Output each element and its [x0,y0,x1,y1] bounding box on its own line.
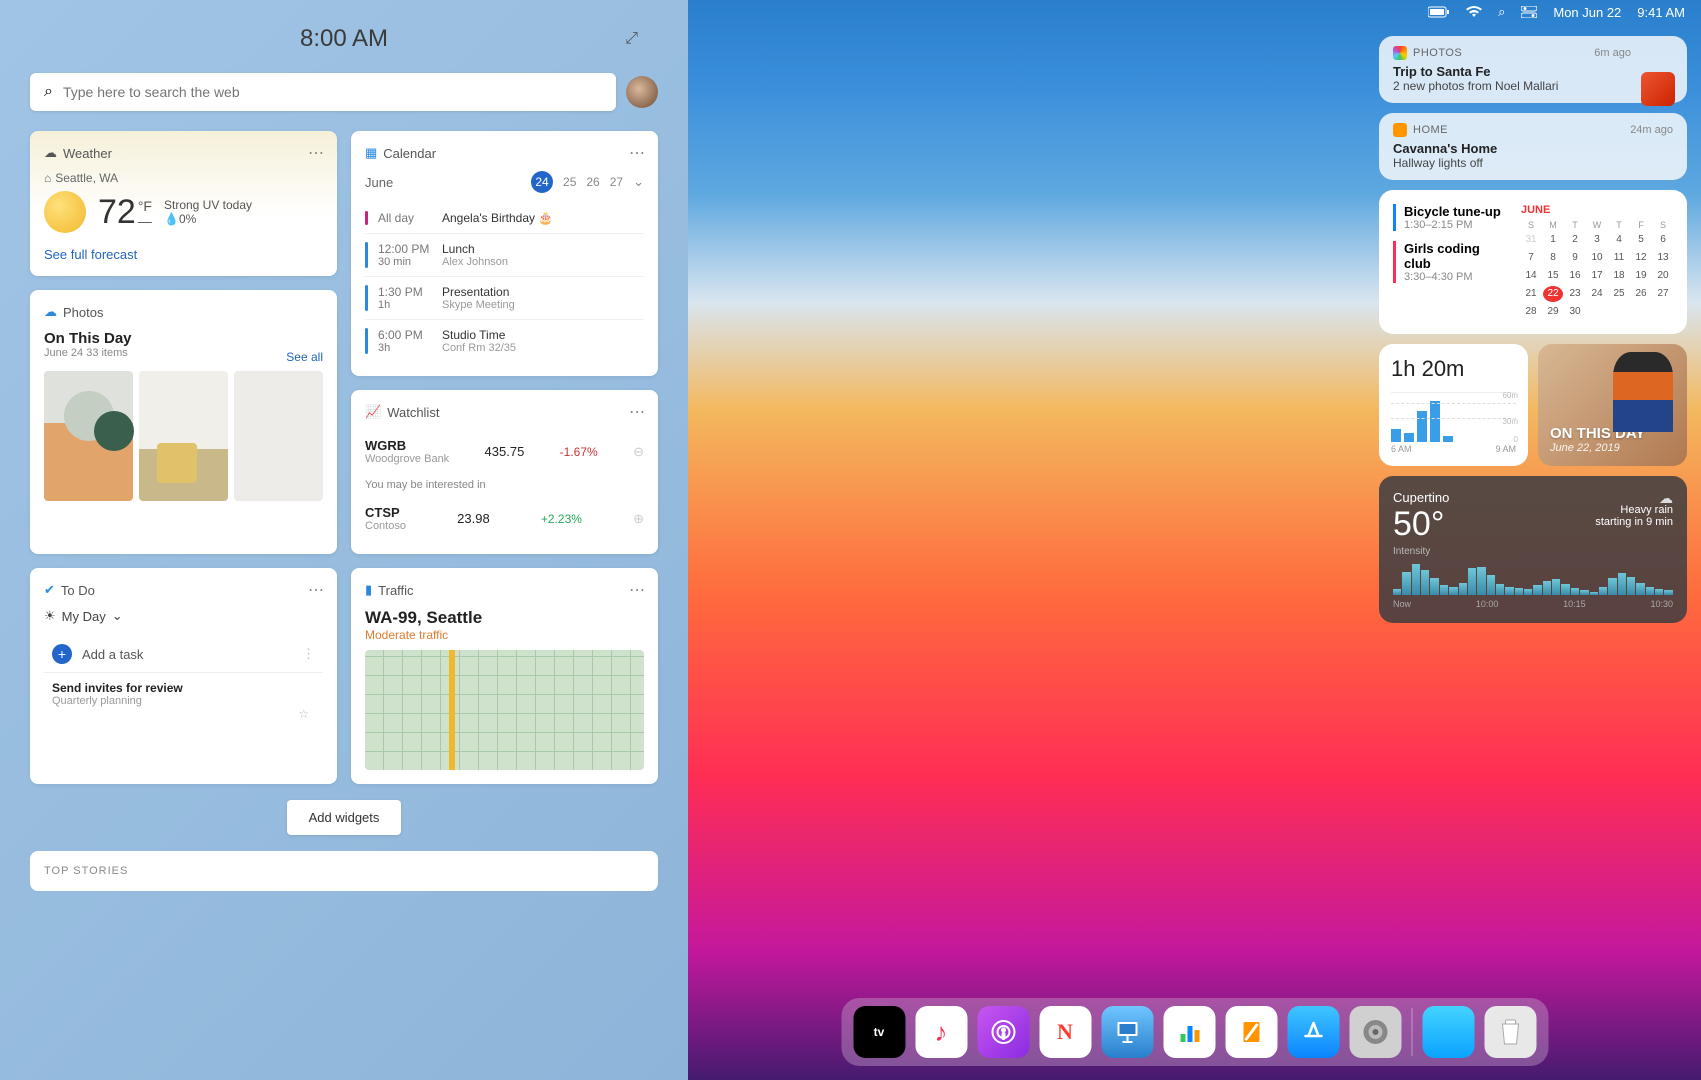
photos-app-icon [1393,46,1407,60]
macos-desktop: ⌕ Mon Jun 22 9:41 AM PHOTOS6m ago Trip t… [688,0,1701,1080]
dock-app-finder[interactable] [1422,1006,1474,1058]
weather-widget-mac[interactable]: ☁ Cupertino 50° Heavy rainstarting in 9 … [1379,476,1687,623]
search-icon: ⌕ [44,83,53,101]
sun-icon [44,191,86,233]
dock-app-tv[interactable]: tv [853,1006,905,1058]
forecast-link[interactable]: See full forecast [44,247,323,262]
weather-icon: ☁ [44,145,57,161]
more-icon[interactable]: ⋮ [302,646,315,662]
task-item[interactable]: Send invites for review Quarterly planni… [44,673,323,715]
search-row: ⌕ [30,73,658,111]
menubar-time[interactable]: 9:41 AM [1637,5,1685,20]
menu-bar: ⌕ Mon Jun 22 9:41 AM [688,0,1701,24]
stock-row[interactable]: CTSPContoso 23.98 +2.23% ⊕ [365,497,644,540]
add-task-row[interactable]: +Add a task⋮ [44,636,323,673]
photo-thumb[interactable] [44,371,133,501]
calendar-widget-mac[interactable]: Bicycle tune-up1:30–2:15 PM Girls coding… [1379,190,1687,334]
sun-icon: ☀ [44,608,56,624]
menubar-date[interactable]: Mon Jun 22 [1553,5,1621,20]
traffic-icon: ▮ [365,582,372,598]
dock-app-pages[interactable] [1225,1006,1277,1058]
screentime-widget[interactable]: 1h 20m 60m 30m 0 6 AM9 AM [1379,344,1528,466]
photos-widget[interactable]: ☁Photos On This Day June 24 33 items See… [30,290,337,554]
home-icon: ⌂ [44,171,51,185]
widgets-header: 8:00 AM [30,20,658,58]
calendar-widget[interactable]: ▦Calendar ⋯ June 24 25 26 27 ⌄ All dayAn… [351,131,658,376]
expand-icon[interactable]: ⤢ [625,30,638,48]
remove-icon[interactable]: ⊖ [633,444,644,460]
stock-row[interactable]: WGRBWoodgrove Bank 435.75 -1.67% ⊖ [365,430,644,473]
photos-strip[interactable] [44,371,323,501]
star-icon[interactable]: ☆ [298,707,309,721]
screentime-chart: 60m 30m 0 [1391,392,1516,442]
weather-widget[interactable]: ☁Weather ⋯ ⌂Seattle, WA 72°F— Strong UV … [30,131,337,276]
dock-trash[interactable] [1484,1006,1536,1058]
watchlist-widget[interactable]: 📈Watchlist ⋯ WGRBWoodgrove Bank 435.75 -… [351,390,658,554]
calendar-day-strip[interactable]: 24 25 26 27 ⌄ [531,171,644,193]
cloud-icon: ☁ [1659,490,1673,507]
dock-app-podcasts[interactable] [977,1006,1029,1058]
widget-menu-icon[interactable]: ⋯ [308,143,325,163]
todo-widget[interactable]: ✔To Do ⋯ ☀My Day⌄ +Add a task⋮ Send invi… [30,568,337,784]
spotlight-icon[interactable]: ⌕ [1498,4,1505,20]
control-center-icon[interactable] [1521,6,1537,18]
search-box[interactable]: ⌕ [30,73,616,111]
traffic-map[interactable] [365,650,644,770]
todo-icon: ✔ [44,582,55,598]
notification-center: PHOTOS6m ago Trip to Santa Fe 2 new phot… [1379,36,1687,623]
top-stories-header: TOP STORIES [30,851,658,891]
chevron-down-icon[interactable]: ⌄ [633,174,644,190]
dock-app-keynote[interactable] [1101,1006,1153,1058]
dock-app-music[interactable]: ♪ [915,1006,967,1058]
home-app-icon [1393,123,1407,137]
notification-thumbnail [1641,72,1675,106]
dock-separator [1411,1008,1412,1056]
dock: tv ♪ N [841,998,1548,1066]
add-icon: + [52,644,72,664]
dock-app-numbers[interactable] [1163,1006,1215,1058]
widget-menu-icon[interactable]: ⋯ [629,143,646,163]
calendar-icon: ▦ [365,145,377,161]
widget-menu-icon[interactable]: ⋯ [629,580,646,600]
chevron-down-icon: ⌄ [112,608,123,624]
calendar-event[interactable]: All dayAngela's Birthday 🎂 [365,203,644,233]
traffic-widget[interactable]: ▮Traffic ⋯ WA-99, Seattle Moderate traff… [351,568,658,784]
windows-widgets-panel: ⤢ 8:00 AM ⌕ ☁Weather ⋯ ⌂Seattle, WA 72°F… [0,0,688,1080]
dock-app-appstore[interactable] [1287,1006,1339,1058]
widgets-time: 8:00 AM [300,25,388,53]
notification-home[interactable]: HOME24m ago Cavanna's Home Hallway light… [1379,113,1687,180]
wifi-icon[interactable] [1466,6,1482,18]
widget-menu-icon[interactable]: ⋯ [308,580,325,600]
add-icon[interactable]: ⊕ [633,511,644,527]
user-avatar[interactable] [626,76,658,108]
search-input[interactable] [63,84,602,100]
stocks-icon: 📈 [365,404,381,420]
photo-thumb[interactable] [139,371,228,501]
calendar-event[interactable]: 6:00 PM3hStudio TimeConf Rm 32/35 [365,319,644,362]
photos-icon: ☁ [44,304,57,320]
calendar-event[interactable]: 12:00 PM30 minLunchAlex Johnson [365,233,644,276]
calendar-event[interactable]: 1:30 PM1hPresentationSkype Meeting [365,276,644,319]
dock-app-news[interactable]: N [1039,1006,1091,1058]
notification-photos[interactable]: PHOTOS6m ago Trip to Santa Fe 2 new phot… [1379,36,1687,103]
photos-memory-widget[interactable]: ON THIS DAY June 22, 2019 [1538,344,1687,466]
my-day-dropdown[interactable]: ☀My Day⌄ [44,608,323,624]
rain-intensity-chart [1393,561,1673,595]
photo-thumb[interactable] [234,371,323,501]
add-widgets-button[interactable]: Add widgets [287,800,402,835]
battery-icon[interactable] [1428,6,1450,18]
dock-app-settings[interactable] [1349,1006,1401,1058]
see-all-link[interactable]: See all [286,350,323,364]
person-photo [1613,352,1673,432]
widget-menu-icon[interactable]: ⋯ [629,402,646,422]
